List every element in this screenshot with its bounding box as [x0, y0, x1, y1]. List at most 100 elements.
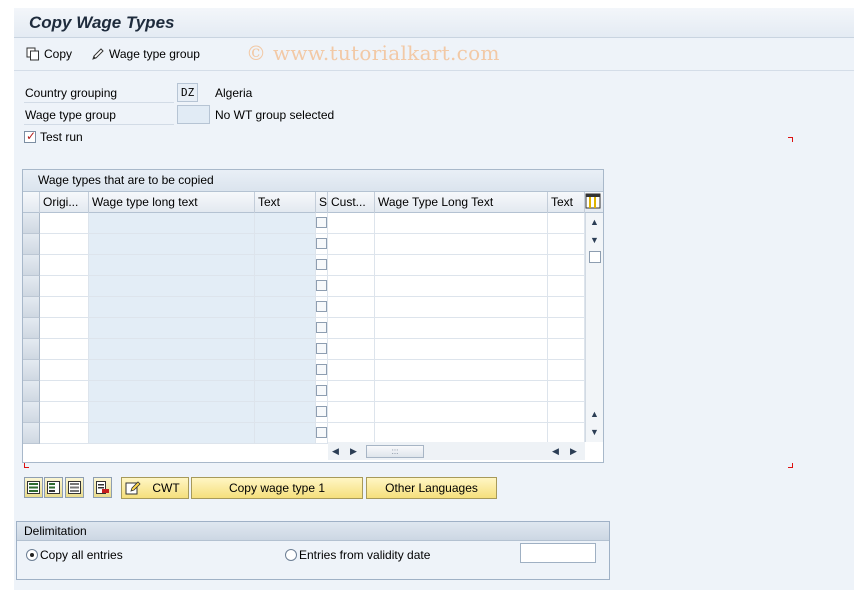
cell-text-target[interactable]: [548, 255, 585, 275]
cell-original[interactable]: [40, 213, 89, 233]
scroll-right-arrow-icon[interactable]: ▶: [350, 446, 357, 456]
cwt-button[interactable]: CWT: [121, 477, 189, 499]
row-selector[interactable]: [23, 318, 40, 339]
cell-text-target[interactable]: [548, 381, 585, 401]
row-checkbox[interactable]: [316, 301, 327, 312]
page-up-arrow-icon[interactable]: ▲: [590, 409, 599, 419]
cell-original[interactable]: [40, 276, 89, 296]
cell-customer[interactable]: [328, 318, 375, 338]
scroll-up-arrow-icon[interactable]: ▲: [590, 217, 599, 227]
cell-wage-type-long-text-target[interactable]: [375, 381, 548, 401]
cell-original[interactable]: [40, 360, 89, 380]
entries-from-validity-radio[interactable]: [285, 549, 297, 561]
cell-text-target[interactable]: [548, 318, 585, 338]
cell-customer[interactable]: [328, 381, 375, 401]
cell-customer[interactable]: [328, 297, 375, 317]
country-grouping-field[interactable]: DZ: [177, 83, 198, 102]
cell-s-checkbox[interactable]: [316, 339, 328, 359]
row-checkbox[interactable]: [316, 364, 327, 375]
scroll-right-end-arrow-icon[interactable]: ▶: [570, 446, 577, 456]
row-selector[interactable]: [23, 402, 40, 423]
row-checkbox[interactable]: [316, 343, 327, 354]
row-selector[interactable]: [23, 234, 40, 255]
delete-row-button[interactable]: [93, 477, 112, 498]
cell-original[interactable]: [40, 423, 89, 443]
cell-text-target[interactable]: [548, 360, 585, 380]
row-selector[interactable]: [23, 423, 40, 444]
row-checkbox[interactable]: [316, 259, 327, 270]
cell-wage-type-long-text-target[interactable]: [375, 423, 548, 443]
cell-customer[interactable]: [328, 423, 375, 443]
cell-wage-type-long-text-target[interactable]: [375, 234, 548, 254]
row-checkbox[interactable]: [316, 217, 327, 228]
horizontal-scroll-thumb[interactable]: :::: [366, 445, 424, 458]
cell-original[interactable]: [40, 318, 89, 338]
row-checkbox[interactable]: [316, 322, 327, 333]
row-selector[interactable]: [23, 276, 40, 297]
cell-s-checkbox[interactable]: [316, 423, 328, 443]
row-selector[interactable]: [23, 297, 40, 318]
wage-type-group-toolbar-button[interactable]: Wage type group: [91, 47, 200, 61]
column-header-wage-type-long-text-target[interactable]: Wage Type Long Text: [375, 192, 548, 213]
cell-original[interactable]: [40, 234, 89, 254]
cell-wage-type-long-text-target[interactable]: [375, 255, 548, 275]
cell-s-checkbox[interactable]: [316, 360, 328, 380]
cell-text-target[interactable]: [548, 297, 585, 317]
cell-wage-type-long-text-target[interactable]: [375, 276, 548, 296]
cell-customer[interactable]: [328, 234, 375, 254]
cell-wage-type-long-text-target[interactable]: [375, 402, 548, 422]
cell-text-target[interactable]: [548, 213, 585, 233]
scroll-left-arrow-icon[interactable]: ◀: [332, 446, 339, 456]
cell-original[interactable]: [40, 402, 89, 422]
cell-customer[interactable]: [328, 402, 375, 422]
other-languages-button[interactable]: Other Languages: [366, 477, 497, 499]
column-header-wage-type-long-text[interactable]: Wage type long text: [89, 192, 255, 213]
validity-date-input[interactable]: [520, 543, 596, 563]
deselect-all-button[interactable]: [65, 477, 84, 498]
select-all-button[interactable]: [24, 477, 43, 498]
cell-s-checkbox[interactable]: [316, 213, 328, 233]
cell-text-target[interactable]: [548, 339, 585, 359]
row-checkbox[interactable]: [316, 385, 327, 396]
cell-s-checkbox[interactable]: [316, 234, 328, 254]
cell-text-target[interactable]: [548, 423, 585, 443]
column-header-customer[interactable]: Cust...: [328, 192, 375, 213]
row-selector[interactable]: [23, 339, 40, 360]
column-header-text-target[interactable]: Text: [548, 192, 585, 213]
cell-wage-type-long-text-target[interactable]: [375, 360, 548, 380]
horizontal-scrollbar[interactable]: ◀ ▶ ::: ◀ ▶: [328, 442, 585, 460]
row-checkbox[interactable]: [316, 406, 327, 417]
copy-toolbar-button[interactable]: Copy: [26, 47, 72, 61]
select-block-button[interactable]: [44, 477, 63, 498]
row-checkbox[interactable]: [316, 280, 327, 291]
copy-all-entries-radio[interactable]: [26, 549, 38, 561]
column-header-s[interactable]: S: [316, 192, 328, 213]
table-settings-button[interactable]: [585, 193, 602, 212]
wage-type-group-field[interactable]: [177, 105, 210, 124]
row-selector[interactable]: [23, 360, 40, 381]
cell-text-target[interactable]: [548, 276, 585, 296]
cell-customer[interactable]: [328, 339, 375, 359]
cell-wage-type-long-text-target[interactable]: [375, 318, 548, 338]
scroll-thumb[interactable]: [589, 251, 601, 263]
cell-customer[interactable]: [328, 276, 375, 296]
row-selector[interactable]: [23, 381, 40, 402]
scroll-down-arrow-icon[interactable]: ▼: [590, 235, 599, 245]
cell-customer[interactable]: [328, 213, 375, 233]
cell-customer[interactable]: [328, 255, 375, 275]
cell-wage-type-long-text-target[interactable]: [375, 213, 548, 233]
cell-text-target[interactable]: [548, 234, 585, 254]
row-selector[interactable]: [23, 255, 40, 276]
cell-wage-type-long-text-target[interactable]: [375, 339, 548, 359]
cell-s-checkbox[interactable]: [316, 381, 328, 401]
cell-original[interactable]: [40, 381, 89, 401]
row-checkbox[interactable]: [316, 427, 327, 438]
vertical-scrollbar[interactable]: ▲ ▼ ▲ ▼: [585, 213, 603, 442]
cell-text-target[interactable]: [548, 402, 585, 422]
row-selector[interactable]: [23, 213, 40, 234]
select-all-header[interactable]: [23, 192, 40, 213]
cell-s-checkbox[interactable]: [316, 276, 328, 296]
scroll-left-end-arrow-icon[interactable]: ◀: [552, 446, 559, 456]
cell-s-checkbox[interactable]: [316, 297, 328, 317]
cell-s-checkbox[interactable]: [316, 318, 328, 338]
